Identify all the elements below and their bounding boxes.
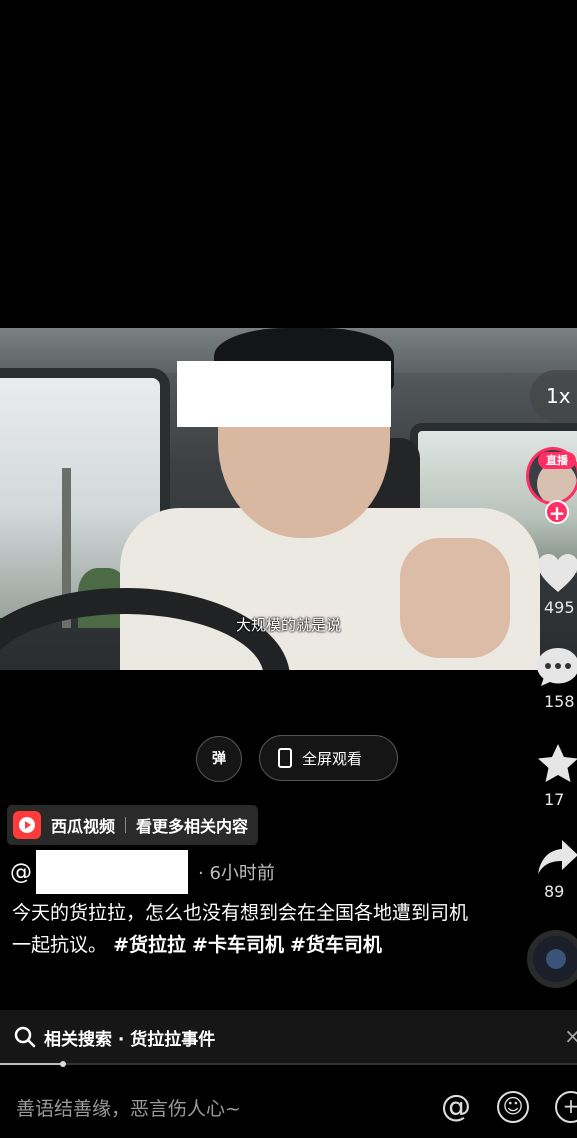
person-hand bbox=[400, 538, 510, 658]
music-disc-icon[interactable] bbox=[527, 930, 577, 988]
fullscreen-button[interactable]: 全屏观看 bbox=[259, 735, 398, 781]
video-subtitle: 大规模的就是说 bbox=[235, 616, 341, 634]
progress-handle[interactable] bbox=[60, 1061, 67, 1067]
xigua-more-link: 看更多相关内容 bbox=[136, 817, 249, 836]
heart-icon bbox=[538, 554, 577, 592]
video-progress-bar[interactable] bbox=[0, 1061, 577, 1067]
share-icon bbox=[538, 840, 577, 874]
mention-icon[interactable]: @ bbox=[440, 1091, 472, 1123]
emoji-icon[interactable]: ☺ bbox=[497, 1091, 529, 1123]
comment-icon bbox=[537, 648, 577, 686]
hashtag[interactable]: #卡车司机 bbox=[192, 934, 284, 956]
related-search-label: 相关搜索 · 货拉拉事件 bbox=[44, 1029, 216, 1050]
comment-button[interactable]: 158 bbox=[528, 646, 577, 711]
comment-input[interactable]: 善语结善缘，恶言伤人心~ bbox=[16, 1094, 241, 1121]
star-icon bbox=[538, 744, 577, 782]
live-badge: 直播 bbox=[538, 452, 576, 469]
hashtag[interactable]: #货车司机 bbox=[290, 934, 382, 956]
post-time: · 6小时前 bbox=[198, 863, 275, 884]
favorite-button[interactable]: 17 bbox=[528, 742, 577, 809]
comment-count: 158 bbox=[544, 692, 575, 711]
bullet-comment-toggle[interactable]: 弹 bbox=[196, 736, 242, 782]
follow-button[interactable]: + bbox=[545, 500, 569, 524]
author-at: @ bbox=[10, 859, 32, 885]
search-icon bbox=[14, 1026, 36, 1048]
add-icon[interactable]: + bbox=[555, 1091, 577, 1123]
favorite-count: 17 bbox=[544, 790, 565, 809]
fullscreen-icon bbox=[278, 748, 292, 768]
related-search-bar[interactable]: 相关搜索 · 货拉拉事件 × bbox=[0, 1010, 577, 1064]
divider bbox=[125, 817, 127, 833]
comment-bar: 善语结善缘，恶言伤人心~ @ ☺ + bbox=[0, 1074, 577, 1138]
playback-speed-button[interactable]: 1x bbox=[530, 370, 577, 422]
xigua-logo-icon bbox=[13, 811, 41, 839]
author-row: @ · 6小时前 bbox=[10, 850, 275, 894]
video-player[interactable]: 大规模的就是说 bbox=[0, 328, 577, 670]
face-redaction bbox=[177, 361, 391, 427]
share-count: 89 bbox=[544, 882, 565, 901]
hashtag[interactable]: #货拉拉 bbox=[113, 934, 186, 956]
share-button[interactable]: 89 bbox=[528, 838, 577, 901]
like-count: 495 bbox=[544, 598, 575, 617]
author-name-redacted[interactable] bbox=[36, 850, 188, 894]
fullscreen-label: 全屏观看 bbox=[302, 749, 363, 768]
xigua-banner[interactable]: 西瓜视频 看更多相关内容 bbox=[7, 805, 259, 845]
like-button[interactable]: 495 bbox=[528, 552, 577, 617]
xigua-app-name: 西瓜视频 bbox=[51, 817, 116, 836]
progress-fill bbox=[0, 1063, 64, 1065]
post-caption: 今天的货拉拉，怎么也没有想到会在全国各地遭到司机一起抗议。 #货拉拉 #卡车司机… bbox=[12, 897, 472, 961]
close-icon[interactable]: × bbox=[564, 1024, 577, 1048]
